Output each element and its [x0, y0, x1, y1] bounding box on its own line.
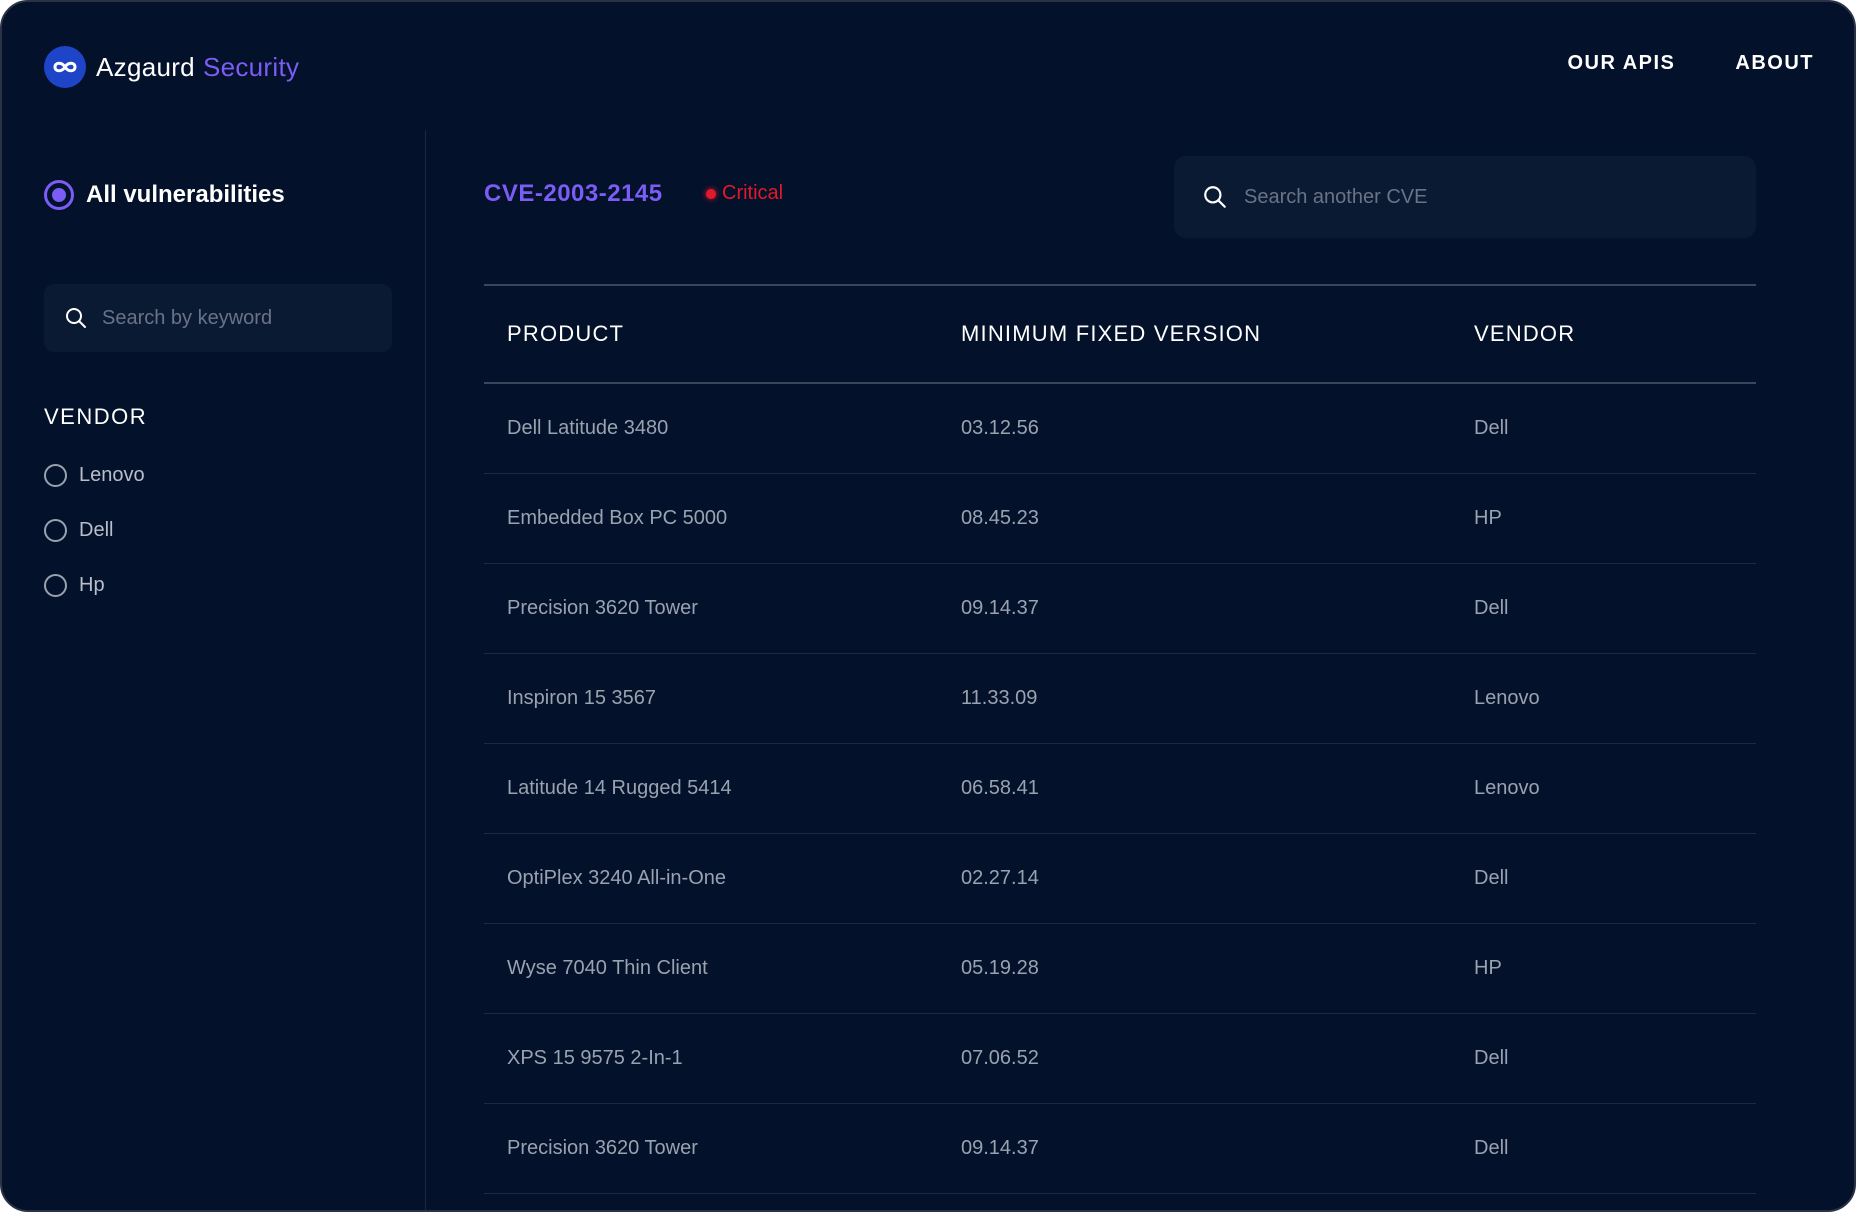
table-row[interactable]: Embedded Box PC 5000 08.45.23 HP: [484, 474, 1756, 564]
cell-min-fixed-version: 05.19.28: [961, 957, 1039, 979]
table-row[interactable]: XPS 15 9575 2-In-1 07.06.52 Dell: [484, 1014, 1756, 1104]
infinity-logo-icon: [44, 46, 86, 88]
table-row[interactable]: Dell Latitude 3480 03.12.56 Dell: [484, 384, 1756, 474]
vendor-filter-title: VENDOR: [44, 404, 148, 429]
radio-unselected-icon: [44, 573, 67, 597]
cell-vendor: Dell: [1474, 417, 1509, 439]
cell-product: Precision 3620 Tower: [507, 1137, 698, 1159]
cell-product: OptiPlex 3240 All-in-One: [507, 867, 727, 889]
cell-product: XPS 15 9575 2-In-1: [507, 1047, 683, 1069]
cell-product: Wyse 7040 Thin Client: [507, 957, 708, 979]
brand-name: Azgaurd: [96, 51, 195, 82]
table-row[interactable]: Precision 3620 Tower 09.14.37 Dell: [484, 1104, 1756, 1194]
table-row[interactable]: Precision 3620 Tower 09.14.37 Dell: [484, 564, 1756, 654]
keyword-search-box[interactable]: [44, 284, 392, 352]
table-row[interactable]: Wyse 7040 Thin Client 05.19.28 HP: [484, 924, 1756, 1014]
cve-search-box[interactable]: [1174, 156, 1756, 238]
table-row[interactable]: OptiPlex 3240 All-in-One 02.27.14 Dell: [484, 834, 1756, 924]
cell-product: Latitude 14 Rugged 5414: [507, 777, 732, 799]
nav-about[interactable]: ABOUT: [1735, 52, 1814, 75]
cell-min-fixed-version: 02.27.14: [961, 867, 1039, 889]
cell-min-fixed-version: 09.14.37: [961, 597, 1039, 619]
logo[interactable]: Azgaurd Security: [44, 46, 299, 88]
radio-selected-icon: [44, 180, 74, 210]
cve-id-title: CVE-2003-2145: [484, 180, 663, 207]
all-vulnerabilities-radio[interactable]: All vulnerabilities: [44, 180, 285, 210]
cell-vendor: Dell: [1474, 1047, 1509, 1069]
table-row[interactable]: Latitude 14 Rugged 5414 06.58.41 Lenovo: [484, 744, 1756, 834]
vendor-option-hp[interactable]: Hp: [44, 572, 145, 598]
critical-dot-icon: [706, 188, 716, 199]
app-window: Azgaurd Security OUR APIS ABOUT All vulne…: [0, 0, 1856, 1212]
table-row[interactable]: Inspiron 15 3567 11.33.09 Lenovo: [484, 654, 1756, 744]
sidebar: All vulnerabilities VENDOR Lenovo Dell H…: [2, 130, 426, 1210]
table-body: Dell Latitude 3480 03.12.56 Dell Embedded B…: [484, 384, 1756, 1194]
cell-product: Inspiron 15 3567: [507, 687, 657, 709]
cell-vendor: HP: [1474, 507, 1502, 529]
nav-our-apis[interactable]: OUR APIS: [1567, 52, 1675, 75]
severity-badge: Critical: [706, 182, 783, 205]
cell-vendor: Dell: [1474, 867, 1509, 889]
radio-unselected-icon: [44, 463, 67, 487]
keyword-search-input[interactable]: [102, 306, 372, 330]
cell-vendor: Lenovo: [1474, 687, 1540, 709]
cell-min-fixed-version: 07.06.52: [961, 1047, 1039, 1069]
vendor-option-label: Hp: [79, 573, 105, 596]
cell-min-fixed-version: 08.45.23: [961, 507, 1039, 529]
vendor-option-dell[interactable]: Dell: [44, 517, 145, 543]
search-icon: [1204, 186, 1226, 208]
radio-unselected-icon: [44, 518, 67, 542]
column-header-min-fixed-version[interactable]: MINIMUM FIXED VERSION: [961, 321, 1474, 347]
vendor-filter-list: Lenovo Dell Hp: [44, 462, 145, 627]
cell-min-fixed-version: 03.12.56: [961, 417, 1039, 439]
cell-min-fixed-version: 11.33.09: [961, 687, 1038, 709]
column-header-vendor[interactable]: VENDOR: [1474, 321, 1756, 347]
severity-label: Critical: [722, 182, 784, 204]
vendor-option-label: Dell: [79, 518, 114, 541]
cell-vendor: HP: [1474, 957, 1502, 979]
table-header: PRODUCT MINIMUM FIXED VERSION VENDOR: [484, 286, 1756, 384]
column-header-product[interactable]: PRODUCT: [484, 321, 961, 347]
top-nav: OUR APIS ABOUT: [1567, 52, 1814, 75]
search-icon: [66, 308, 86, 328]
all-vulnerabilities-label: All vulnerabilities: [86, 181, 285, 208]
cell-min-fixed-version: 09.14.37: [961, 1137, 1039, 1159]
cell-vendor: Dell: [1474, 1137, 1509, 1159]
brand-accent: Security: [202, 51, 300, 82]
cell-vendor: Lenovo: [1474, 777, 1540, 799]
cell-vendor: Dell: [1474, 597, 1509, 619]
cell-product: Embedded Box PC 5000: [507, 507, 728, 529]
cell-product: Precision 3620 Tower: [507, 597, 698, 619]
products-table: PRODUCT MINIMUM FIXED VERSION VENDOR Del…: [484, 284, 1756, 1194]
cve-search-input[interactable]: [1244, 185, 1734, 209]
vendor-option-lenovo[interactable]: Lenovo: [44, 462, 145, 488]
vendor-option-label: Lenovo: [79, 463, 145, 486]
cell-product: Dell Latitude 3480: [507, 417, 669, 439]
cell-min-fixed-version: 06.58.41: [961, 777, 1039, 799]
